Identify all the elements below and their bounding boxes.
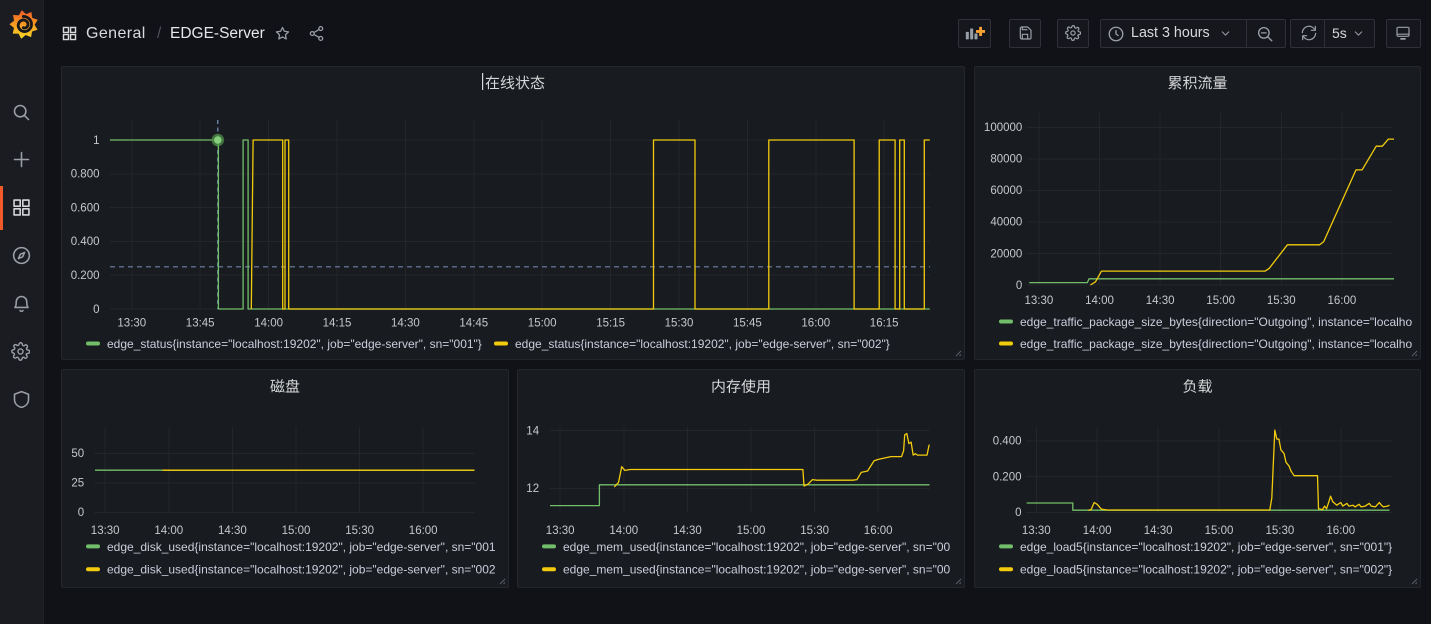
svg-text:13:30: 13:30 <box>117 318 146 330</box>
svg-text:15:00: 15:00 <box>1206 295 1235 307</box>
svg-text:15:30: 15:30 <box>1266 525 1295 537</box>
svg-text:60000: 60000 <box>990 185 1022 197</box>
svg-text:15:00: 15:00 <box>528 318 557 330</box>
svg-text:15:30: 15:30 <box>665 318 694 330</box>
svg-text:15:00: 15:00 <box>737 525 766 537</box>
svg-text:14:30: 14:30 <box>1146 295 1175 307</box>
svg-text:80000: 80000 <box>990 154 1022 166</box>
svg-text:50: 50 <box>71 448 84 460</box>
svg-text:0: 0 <box>78 507 84 519</box>
svg-text:edge_mem_used{instance="localh: edge_mem_used{instance="localhost:19202"… <box>563 563 951 577</box>
svg-text:0.800: 0.800 <box>71 169 100 181</box>
svg-text:15:30: 15:30 <box>1267 295 1296 307</box>
svg-text:14:00: 14:00 <box>154 525 183 537</box>
svg-text:14:30: 14:30 <box>218 525 247 537</box>
svg-text:13:30: 13:30 <box>1022 525 1051 537</box>
svg-text:edge_traffic_package_size_byte: edge_traffic_package_size_bytes{directio… <box>1020 315 1412 329</box>
svg-text:edge_status{instance="localhos: edge_status{instance="localhost:19202", … <box>107 337 482 351</box>
svg-text:14:00: 14:00 <box>1083 525 1112 537</box>
svg-text:0.600: 0.600 <box>71 202 100 214</box>
svg-text:15:45: 15:45 <box>733 318 762 330</box>
svg-text:edge_mem_used{instance="localh: edge_mem_used{instance="localhost:19202"… <box>563 540 951 554</box>
svg-text:14:30: 14:30 <box>391 318 420 330</box>
svg-text:13:30: 13:30 <box>91 525 120 537</box>
svg-text:15:00: 15:00 <box>1205 525 1234 537</box>
svg-text:15:30: 15:30 <box>800 525 829 537</box>
svg-text:13:30: 13:30 <box>1025 295 1054 307</box>
svg-text:1: 1 <box>93 135 99 147</box>
svg-text:0: 0 <box>93 304 99 316</box>
svg-text:40000: 40000 <box>990 217 1022 229</box>
svg-text:16:15: 16:15 <box>870 318 899 330</box>
svg-text:edge_disk_used{instance="local: edge_disk_used{instance="localhost:19202… <box>107 563 496 577</box>
svg-text:15:30: 15:30 <box>345 525 374 537</box>
svg-text:16:00: 16:00 <box>801 318 830 330</box>
svg-text:0: 0 <box>1015 507 1021 519</box>
svg-text:16:00: 16:00 <box>1328 295 1357 307</box>
svg-text:16:00: 16:00 <box>1326 525 1355 537</box>
svg-text:13:30: 13:30 <box>546 525 575 537</box>
svg-text:14: 14 <box>526 425 539 437</box>
svg-text:12: 12 <box>526 483 539 495</box>
svg-text:edge_traffic_package_size_byte: edge_traffic_package_size_bytes{directio… <box>1020 337 1412 351</box>
svg-text:16:00: 16:00 <box>864 525 893 537</box>
svg-text:14:15: 14:15 <box>323 318 352 330</box>
svg-text:25: 25 <box>71 478 84 490</box>
svg-text:100000: 100000 <box>984 122 1022 134</box>
svg-text:edge_load5{instance="localhost: edge_load5{instance="localhost:19202", j… <box>1020 563 1392 577</box>
svg-text:14:00: 14:00 <box>254 318 283 330</box>
svg-text:edge_disk_used{instance="local: edge_disk_used{instance="localhost:19202… <box>107 540 496 554</box>
svg-text:0: 0 <box>1016 280 1022 292</box>
svg-text:14:30: 14:30 <box>1144 525 1173 537</box>
svg-text:0.400: 0.400 <box>993 436 1022 448</box>
svg-text:16:00: 16:00 <box>409 525 438 537</box>
svg-text:14:45: 14:45 <box>459 318 488 330</box>
svg-text:edge_status{instance="localhos: edge_status{instance="localhost:19202", … <box>515 337 890 351</box>
svg-text:15:15: 15:15 <box>596 318 625 330</box>
svg-text:14:00: 14:00 <box>1085 295 1114 307</box>
svg-text:13:45: 13:45 <box>186 318 215 330</box>
svg-text:15:00: 15:00 <box>282 525 311 537</box>
svg-text:20000: 20000 <box>990 248 1022 260</box>
svg-text:14:30: 14:30 <box>673 525 702 537</box>
svg-text:0.400: 0.400 <box>71 236 100 248</box>
svg-text:edge_load5{instance="localhost: edge_load5{instance="localhost:19202", j… <box>1020 540 1392 554</box>
svg-text:0.200: 0.200 <box>71 270 100 282</box>
svg-text:0.200: 0.200 <box>993 471 1022 483</box>
svg-text:14:00: 14:00 <box>609 525 638 537</box>
